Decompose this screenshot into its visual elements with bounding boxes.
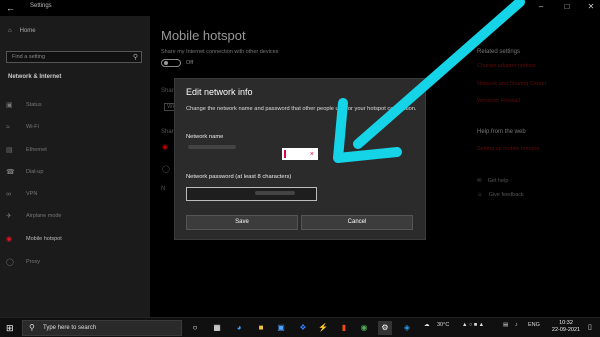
tray-icons[interactable]: ▲ ○ ■ ▲ [462, 322, 484, 328]
taskbar-search-input[interactable]: ⚲ Type here to search [22, 320, 182, 336]
maximize-icon[interactable]: □ [560, 1, 574, 13]
sidebar: ⌂ Home Find a setting ⚲ Network & Intern… [0, 16, 150, 317]
home-icon: ⌂ [8, 28, 12, 34]
weather-icon[interactable]: ☁ [424, 322, 430, 328]
radio-selected-icon[interactable]: ◉ [162, 143, 168, 151]
sidebar-item-airplane[interactable]: ✈ Airplane mode [6, 210, 146, 222]
network-name-input[interactable]: × [282, 148, 318, 160]
dialog-description: Change the network name and password tha… [186, 106, 417, 112]
sidebar-item-label: Status [26, 102, 42, 108]
give-feedback-link[interactable]: ☺ Give feedback [477, 192, 524, 198]
airplane-icon: ✈ [6, 213, 12, 220]
toggle-state: Off [186, 60, 194, 66]
back-arrow-icon[interactable]: ← [6, 2, 18, 14]
related-settings-heading: Related settings [477, 49, 521, 55]
hotspot-icon: ◉ [6, 236, 13, 243]
help-icon: ✉ [477, 178, 482, 184]
language-indicator[interactable]: ENG [528, 322, 540, 328]
dialup-icon: ☎ [6, 169, 15, 176]
blurred-password [255, 191, 295, 195]
radio-icon[interactable]: ◯ [162, 165, 170, 173]
edit-network-dialog: Edit network info Change the network nam… [174, 78, 426, 240]
taskbar: ⊞ ⚲ Type here to search ○ ▦ ◕ ■ ▣ ❖ ⚡ ▮ … [0, 317, 600, 337]
sidebar-item-dialup[interactable]: ☎ Dial-up [6, 166, 146, 178]
sidebar-item-label: Wi-Fi [26, 124, 39, 130]
cancel-button[interactable]: Cancel [301, 215, 413, 230]
sidebar-item-label: Mobile hotspot [26, 236, 62, 242]
network-password-label: Network password (at least 8 characters) [186, 174, 292, 180]
sidebar-item-proxy[interactable]: ◯ Proxy [6, 256, 146, 268]
link-network-sharing[interactable]: Network and Sharing Center [477, 81, 546, 87]
sidebar-item-status[interactable]: ▣ Status [6, 99, 146, 111]
search-icon: ⚲ [29, 323, 35, 332]
save-button[interactable]: Save [186, 215, 298, 230]
sidebar-item-wifi[interactable]: ≈ Wi-Fi [6, 121, 146, 133]
section-title: Network & Internet [8, 74, 62, 80]
clock-date: 22-09-2021 [551, 327, 581, 333]
search-placeholder: Find a setting [12, 54, 46, 60]
task-view-icon[interactable]: ▦ [210, 321, 224, 335]
vpn-icon: ∞ [6, 190, 11, 198]
give-feedback-label: Give feedback [488, 192, 524, 198]
edge-icon[interactable]: ◕ [232, 321, 246, 335]
app-title: Settings [30, 3, 52, 9]
weather-temp[interactable]: 30°C [437, 322, 449, 328]
home-label: Home [19, 28, 36, 34]
link-windows-firewall[interactable]: Windows Firewall [477, 98, 520, 104]
wifi-icon: ≈ [6, 123, 10, 131]
dropbox-icon[interactable]: ❖ [296, 321, 310, 335]
file-explorer-icon[interactable]: ■ [254, 321, 268, 335]
page-title: Mobile hotspot [161, 28, 246, 43]
sidebar-item-label: Proxy [26, 259, 41, 265]
settings-search-input[interactable]: Find a setting ⚲ [6, 51, 142, 63]
sidebar-item-label: Dial-up [26, 169, 44, 175]
clock-time: 10:32 [559, 320, 573, 326]
sidebar-item-ethernet[interactable]: ▤ Ethernet [6, 144, 146, 156]
network-icon[interactable]: ▤ [503, 322, 508, 328]
store-icon[interactable]: ▣ [274, 321, 288, 335]
search-icon: ⚲ [132, 54, 138, 61]
minimize-icon[interactable]: – [534, 1, 548, 13]
blurred-network-name [188, 145, 236, 149]
cortana-icon[interactable]: ○ [188, 321, 202, 335]
windows-start-icon[interactable]: ⊞ [6, 323, 14, 333]
clear-icon[interactable]: × [310, 149, 314, 160]
app-icon[interactable]: ⚡ [316, 321, 330, 335]
ghost-share-label: Shar [161, 88, 174, 94]
app-blue-icon[interactable]: ◈ [400, 321, 414, 335]
proxy-icon: ◯ [6, 259, 14, 266]
office-icon[interactable]: ▮ [337, 321, 351, 335]
text-cursor [284, 150, 286, 158]
sidebar-item-label: Airplane mode [26, 213, 62, 219]
link-adapter-options[interactable]: Change adapter options [477, 63, 536, 69]
settings-gear-icon[interactable]: ⚙ [378, 321, 392, 335]
sidebar-item-mobile-hotspot[interactable]: ◉ Mobile hotspot [6, 233, 146, 245]
dialog-title: Edit network info [186, 87, 253, 97]
title-bar: ← Settings – □ ✕ [0, 0, 600, 16]
network-name-label: Network name [186, 134, 224, 140]
chrome-icon[interactable]: ◉ [357, 321, 371, 335]
clock[interactable]: 10:32 22-09-2021 [549, 320, 583, 334]
sidebar-item-vpn[interactable]: ∞ VPN [6, 188, 146, 200]
ghost-network-label: N [161, 186, 166, 192]
share-label: Share my Internet connection with other … [161, 49, 279, 55]
sidebar-item-label: VPN [26, 191, 38, 197]
ethernet-icon: ▤ [6, 147, 13, 154]
sidebar-item-label: Ethernet [26, 147, 47, 153]
get-help-label: Get help [487, 178, 509, 184]
link-help-hotspot[interactable]: Setting up mobile hotspot [477, 146, 539, 152]
hotspot-toggle[interactable] [161, 59, 181, 67]
sidebar-home[interactable]: ⌂ Home [8, 28, 36, 34]
taskbar-search-placeholder: Type here to search [43, 325, 97, 331]
close-icon[interactable]: ✕ [584, 1, 598, 13]
get-help-link[interactable]: ✉ Get help [477, 178, 508, 184]
feedback-icon: ☺ [477, 192, 483, 198]
help-heading: Help from the web [477, 129, 526, 135]
volume-icon[interactable]: ♪ [515, 322, 518, 328]
notification-icon[interactable]: ▯ [588, 323, 592, 331]
network-password-input[interactable] [186, 187, 317, 201]
status-icon: ▣ [6, 102, 13, 109]
settings-window: ← Settings – □ ✕ ⌂ Home Find a setting ⚲… [0, 0, 600, 317]
